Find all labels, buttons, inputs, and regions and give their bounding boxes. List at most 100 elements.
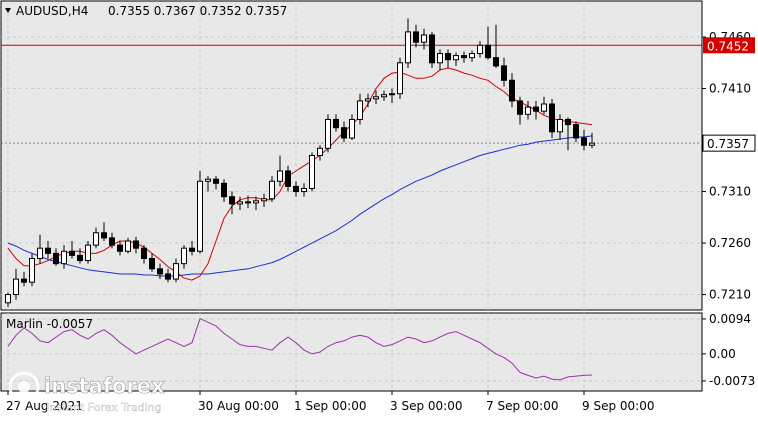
candle-body: [573, 124, 579, 139]
chart-header: AUDUSD,H4 0.7355 0.7367 0.7352 0.7357: [5, 4, 287, 18]
y-tick-label: 0.7410: [709, 82, 751, 96]
candle-body: [357, 100, 363, 120]
candle-body: [85, 244, 91, 262]
candle-body: [485, 44, 491, 59]
candle-body: [109, 237, 115, 246]
candle-body: [5, 294, 11, 304]
candle-body: [517, 100, 523, 115]
ohlc-values: 0.7355 0.7367 0.7352 0.7357: [108, 4, 287, 18]
candle: [397, 57, 403, 99]
candle-body: [117, 244, 123, 252]
watermark-tagline: Instant Forex Trading: [46, 401, 162, 414]
candle-body: [77, 254, 83, 262]
candle-body: [309, 155, 315, 189]
candle-body: [589, 142, 595, 146]
candle: [325, 114, 331, 153]
candle-body: [189, 247, 195, 252]
candle-body: [141, 247, 147, 259]
candle-body: [533, 106, 539, 112]
candle-body: [437, 53, 443, 64]
candle-body: [93, 232, 99, 246]
candle-body: [421, 34, 427, 43]
candle-body: [557, 118, 563, 133]
candle-body: [173, 263, 179, 280]
candle-body: [269, 180, 275, 200]
candle-body: [549, 103, 555, 133]
candle-body: [13, 278, 19, 296]
candle-body: [157, 268, 163, 275]
candle-body: [101, 232, 107, 239]
candle-body: [317, 147, 323, 156]
candle-body: [165, 273, 171, 280]
candle-body: [333, 118, 339, 129]
watermark-brand: instaforex: [44, 374, 165, 398]
candle-body: [61, 250, 67, 265]
y-tick-label: 0.7210: [709, 288, 751, 302]
candle-body: [29, 258, 35, 283]
candle-body: [237, 201, 243, 205]
candle-body: [525, 106, 531, 115]
candle-body: [445, 53, 451, 61]
candle-body: [125, 240, 131, 252]
current-price-tag: 0.7357: [702, 134, 756, 152]
candle: [29, 253, 35, 287]
candle-body: [277, 170, 283, 182]
candle-body: [285, 170, 291, 187]
candle-body: [477, 44, 483, 55]
x-tick-label: 30 Aug 00:00: [198, 399, 279, 413]
candle-body: [413, 31, 419, 43]
candle-body: [293, 185, 299, 193]
candle-body: [301, 187, 307, 193]
candle-body: [373, 96, 379, 100]
candle-body: [325, 118, 331, 149]
candle-body: [461, 55, 467, 59]
candle-body: [509, 79, 515, 102]
candle-body: [453, 55, 459, 61]
candle-body: [149, 258, 155, 270]
candle-body: [245, 201, 251, 204]
candle-body: [21, 278, 27, 283]
candle-body: [181, 247, 187, 265]
candle-body: [429, 34, 435, 64]
candle-body: [405, 31, 411, 64]
candle: [549, 98, 555, 138]
x-tick-label: 7 Sep 00:00: [486, 399, 558, 413]
symbol-timeframe: AUDUSD,H4: [16, 4, 88, 18]
candle-body: [397, 62, 403, 95]
oscillator-tick-label: -0.0073: [709, 374, 755, 388]
y-tick-label: 0.7260: [709, 236, 751, 250]
candle-body: [213, 178, 219, 184]
candle-body: [45, 247, 51, 254]
candle-body: [37, 247, 43, 259]
candle: [197, 170, 203, 254]
candle-body: [493, 57, 499, 67]
y-tick-label: 0.7310: [709, 185, 751, 199]
oscillator-label: Marlin -0.0057: [6, 317, 93, 331]
oscillator-tick-label: 0.00: [709, 347, 736, 361]
candle-body: [365, 98, 371, 102]
chart-window: 0.7460 0.7410 0.7310 0.7260 0.7210 0.0094 0.0…: [0, 0, 758, 417]
chart-canvas: 0.74600.74100.73100.72600.7210 0.00940.0…: [0, 0, 756, 414]
candle: [309, 152, 315, 192]
candle-body: [53, 252, 59, 265]
candle-body: [469, 53, 475, 59]
candle-body: [341, 127, 347, 139]
oscillator-y-axis: 0.0094 0.00 -0.0073: [702, 312, 755, 388]
resistance-price-tag: 0.7452: [703, 37, 755, 54]
candle-body: [197, 180, 203, 252]
candle-body: [69, 250, 75, 256]
candle-body: [349, 118, 355, 139]
oscillator-tick-label: 0.0094: [709, 312, 751, 326]
candle-body: [261, 198, 267, 202]
candle-body: [381, 94, 387, 98]
candle-body: [565, 118, 571, 126]
candle-body: [389, 93, 395, 96]
candle-body: [581, 137, 587, 146]
candle: [429, 31, 435, 68]
candle-body: [205, 178, 211, 182]
candle-body: [541, 103, 547, 112]
candle-body: [501, 65, 507, 81]
main-y-axis: 0.74600.74100.73100.72600.7210: [702, 30, 751, 302]
x-tick-label: 3 Sep 00:00: [390, 399, 462, 413]
candle-body: [133, 240, 139, 249]
